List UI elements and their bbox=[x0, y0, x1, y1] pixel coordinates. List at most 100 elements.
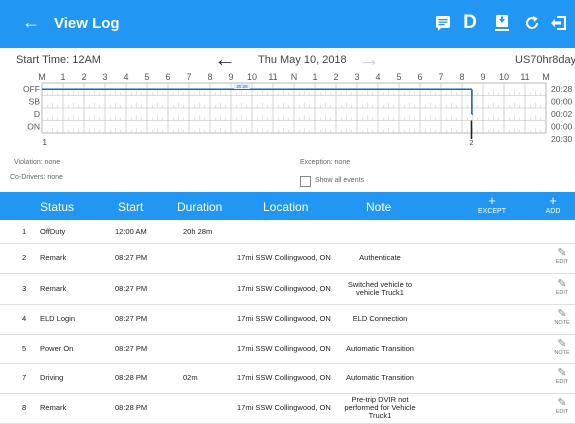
hour-tick-label: 9 bbox=[480, 72, 485, 82]
pencil-icon: ✎ bbox=[557, 337, 567, 350]
row-status: OffDuty bbox=[40, 226, 66, 236]
table-row[interactable]: 5 Power On 08:27 PM 17mi SSW Collingwood, O… bbox=[0, 334, 575, 364]
violation-text: Violation: none bbox=[14, 159, 61, 166]
row-duration: 02m bbox=[183, 373, 198, 382]
status-total: 00:02 bbox=[551, 109, 573, 119]
co-drivers-text: Co-Drivers: none bbox=[10, 174, 63, 181]
row-status: Remark bbox=[40, 253, 67, 262]
status-row-label: SB bbox=[29, 97, 41, 107]
table-row[interactable]: 2 Remark 08:27 PM 17mi SSW Collingwood, ON A… bbox=[0, 243, 575, 274]
table-row[interactable]: 7 Driving 08:28 PM 02m 17mi SSW Collingwood,… bbox=[0, 363, 575, 394]
hour-tick-label: 5 bbox=[396, 72, 401, 82]
row-start-time: 12:00 AM bbox=[115, 226, 147, 236]
row-start-time: 08:27 PM bbox=[115, 283, 148, 293]
status-total: 00:00 bbox=[551, 122, 573, 132]
row-number: 2 bbox=[22, 253, 27, 262]
hour-tick-label: 11 bbox=[268, 72, 277, 82]
hour-tick-label: 7 bbox=[438, 72, 443, 82]
row-note: Automatic Transition bbox=[346, 373, 414, 382]
table-row[interactable]: 4 ELD Login 08:27 PM 17mi SSW Collingwood, … bbox=[0, 304, 575, 335]
row-start-time: 08:28 PM bbox=[115, 373, 148, 382]
hour-tick-label: M bbox=[542, 72, 550, 82]
hour-tick-label: 6 bbox=[417, 72, 422, 82]
below-graph-label: 1 bbox=[43, 138, 48, 147]
row-start-time: 08:27 PM bbox=[115, 314, 148, 323]
column-header-status: Status bbox=[40, 200, 75, 214]
status-row-label: OFF bbox=[23, 84, 40, 94]
row-note: Switched vehicle to vehicle Truck1 bbox=[347, 279, 413, 297]
row-note: ELD Connection bbox=[352, 314, 408, 323]
row-status: ELD Login bbox=[40, 314, 76, 323]
back-arrow-icon[interactable]: ← bbox=[22, 13, 40, 31]
table-row[interactable]: 3 Remark 08:27 PM 17mi SSW Collingwood, ON S… bbox=[0, 273, 575, 305]
hour-tick-label: 9 bbox=[228, 72, 233, 82]
row-note: Authenticate bbox=[359, 253, 401, 262]
row-status: Power On bbox=[40, 343, 74, 353]
previous-day-arrow-icon[interactable]: ← bbox=[214, 48, 236, 70]
add-exception-button[interactable]: + EXCEPT bbox=[472, 194, 512, 216]
row-action-label: EDIT bbox=[555, 409, 569, 415]
row-number: 5 bbox=[22, 343, 27, 353]
hour-tick-label: 1 bbox=[312, 72, 317, 82]
row-status: Remark bbox=[40, 403, 67, 412]
row-location: 17mi SSW Collingwood, ON bbox=[237, 253, 331, 262]
hour-tick-label: 8 bbox=[207, 72, 212, 82]
pencil-icon: ✎ bbox=[557, 397, 567, 409]
logout-icon[interactable] bbox=[549, 12, 569, 34]
add-event-button[interactable]: + ADD bbox=[533, 193, 573, 216]
hour-tick-label: 5 bbox=[144, 72, 149, 82]
duty-status-graph: M 1 2 3 4 5 6 7 8 9 10 11 N 1 2 3 4 5 6 7 8 9 10 11 M OFF SB D ON 20:… bbox=[23, 72, 573, 147]
row-number: 8 bbox=[22, 403, 27, 412]
column-header-start: Start bbox=[118, 200, 144, 214]
row-location: 17mi SSW Collingwood, ON bbox=[237, 403, 331, 412]
pencil-icon: ✎ bbox=[557, 247, 567, 259]
note-button[interactable]: ✎ NOTE bbox=[550, 337, 574, 356]
document-icon[interactable] bbox=[433, 12, 453, 34]
row-location: 17mi SSW Collingwood, ON bbox=[237, 283, 331, 293]
edit-button[interactable]: ✎ EDIT bbox=[550, 278, 574, 296]
row-note: Pre-trip DVIR not performed for Vehicle … bbox=[344, 395, 416, 420]
next-day-arrow-icon[interactable]: → bbox=[358, 48, 380, 70]
row-action-label: EDIT bbox=[555, 259, 569, 265]
refresh-icon[interactable] bbox=[522, 12, 542, 34]
hour-tick-label: 3 bbox=[354, 72, 359, 82]
note-button[interactable]: ✎ NOTE bbox=[550, 309, 574, 327]
current-marker-label: 2 bbox=[470, 140, 474, 147]
download-icon[interactable] bbox=[492, 12, 512, 34]
edit-button[interactable]: ✎ EDIT bbox=[550, 367, 574, 386]
row-status: Driving bbox=[40, 373, 64, 382]
status-total: 00:00 bbox=[551, 97, 573, 107]
cycle-rule: US70hr8days bbox=[515, 54, 575, 66]
row-duration: 20h 28m bbox=[183, 226, 213, 236]
hour-tick-label: 2 bbox=[333, 72, 338, 82]
events-table-header: Status Start Duration Location Note + EXC… bbox=[0, 192, 575, 220]
plus-icon: + bbox=[549, 193, 557, 208]
hour-tick-label: 2 bbox=[81, 72, 86, 82]
hour-tick-label: 1 bbox=[60, 72, 65, 82]
status-total-sum: 20:30 bbox=[551, 134, 573, 144]
table-row[interactable]: 8 Remark 08:28 PM 17mi SSW Collingwood, ON P… bbox=[0, 393, 575, 424]
edit-button[interactable]: ✎ EDIT bbox=[550, 397, 574, 416]
show-all-events-checkbox[interactable] bbox=[300, 176, 311, 187]
row-number: 7 bbox=[22, 373, 27, 382]
page-title: View Log bbox=[54, 15, 120, 32]
exception-text: Exception: none bbox=[300, 159, 351, 166]
table-row[interactable]: 1 OffDuty 12:00 AM 20h 28m bbox=[0, 220, 575, 244]
hour-tick-label: N bbox=[291, 72, 298, 82]
hour-tick-label: 4 bbox=[375, 72, 380, 82]
pencil-icon: ✎ bbox=[557, 367, 567, 379]
column-header-duration: Duration bbox=[177, 200, 223, 214]
show-all-events-label: Show all events bbox=[315, 177, 365, 184]
row-action-label: NOTE bbox=[554, 349, 570, 356]
d-button[interactable]: D bbox=[460, 12, 480, 34]
hour-tick-label: 10 bbox=[247, 72, 257, 82]
row-start-time: 08:27 PM bbox=[115, 343, 148, 353]
hour-tick-label: 10 bbox=[499, 72, 509, 82]
edit-button[interactable]: ✎ EDIT bbox=[550, 247, 574, 266]
row-number: 3 bbox=[22, 283, 27, 293]
row-action-label: EDIT bbox=[555, 379, 569, 385]
off-duty-time-text: 20:28 bbox=[236, 84, 248, 89]
row-note: Automatic Transition bbox=[346, 343, 414, 353]
hour-tick-label: 4 bbox=[123, 72, 128, 82]
row-action-label: NOTE bbox=[554, 320, 570, 326]
